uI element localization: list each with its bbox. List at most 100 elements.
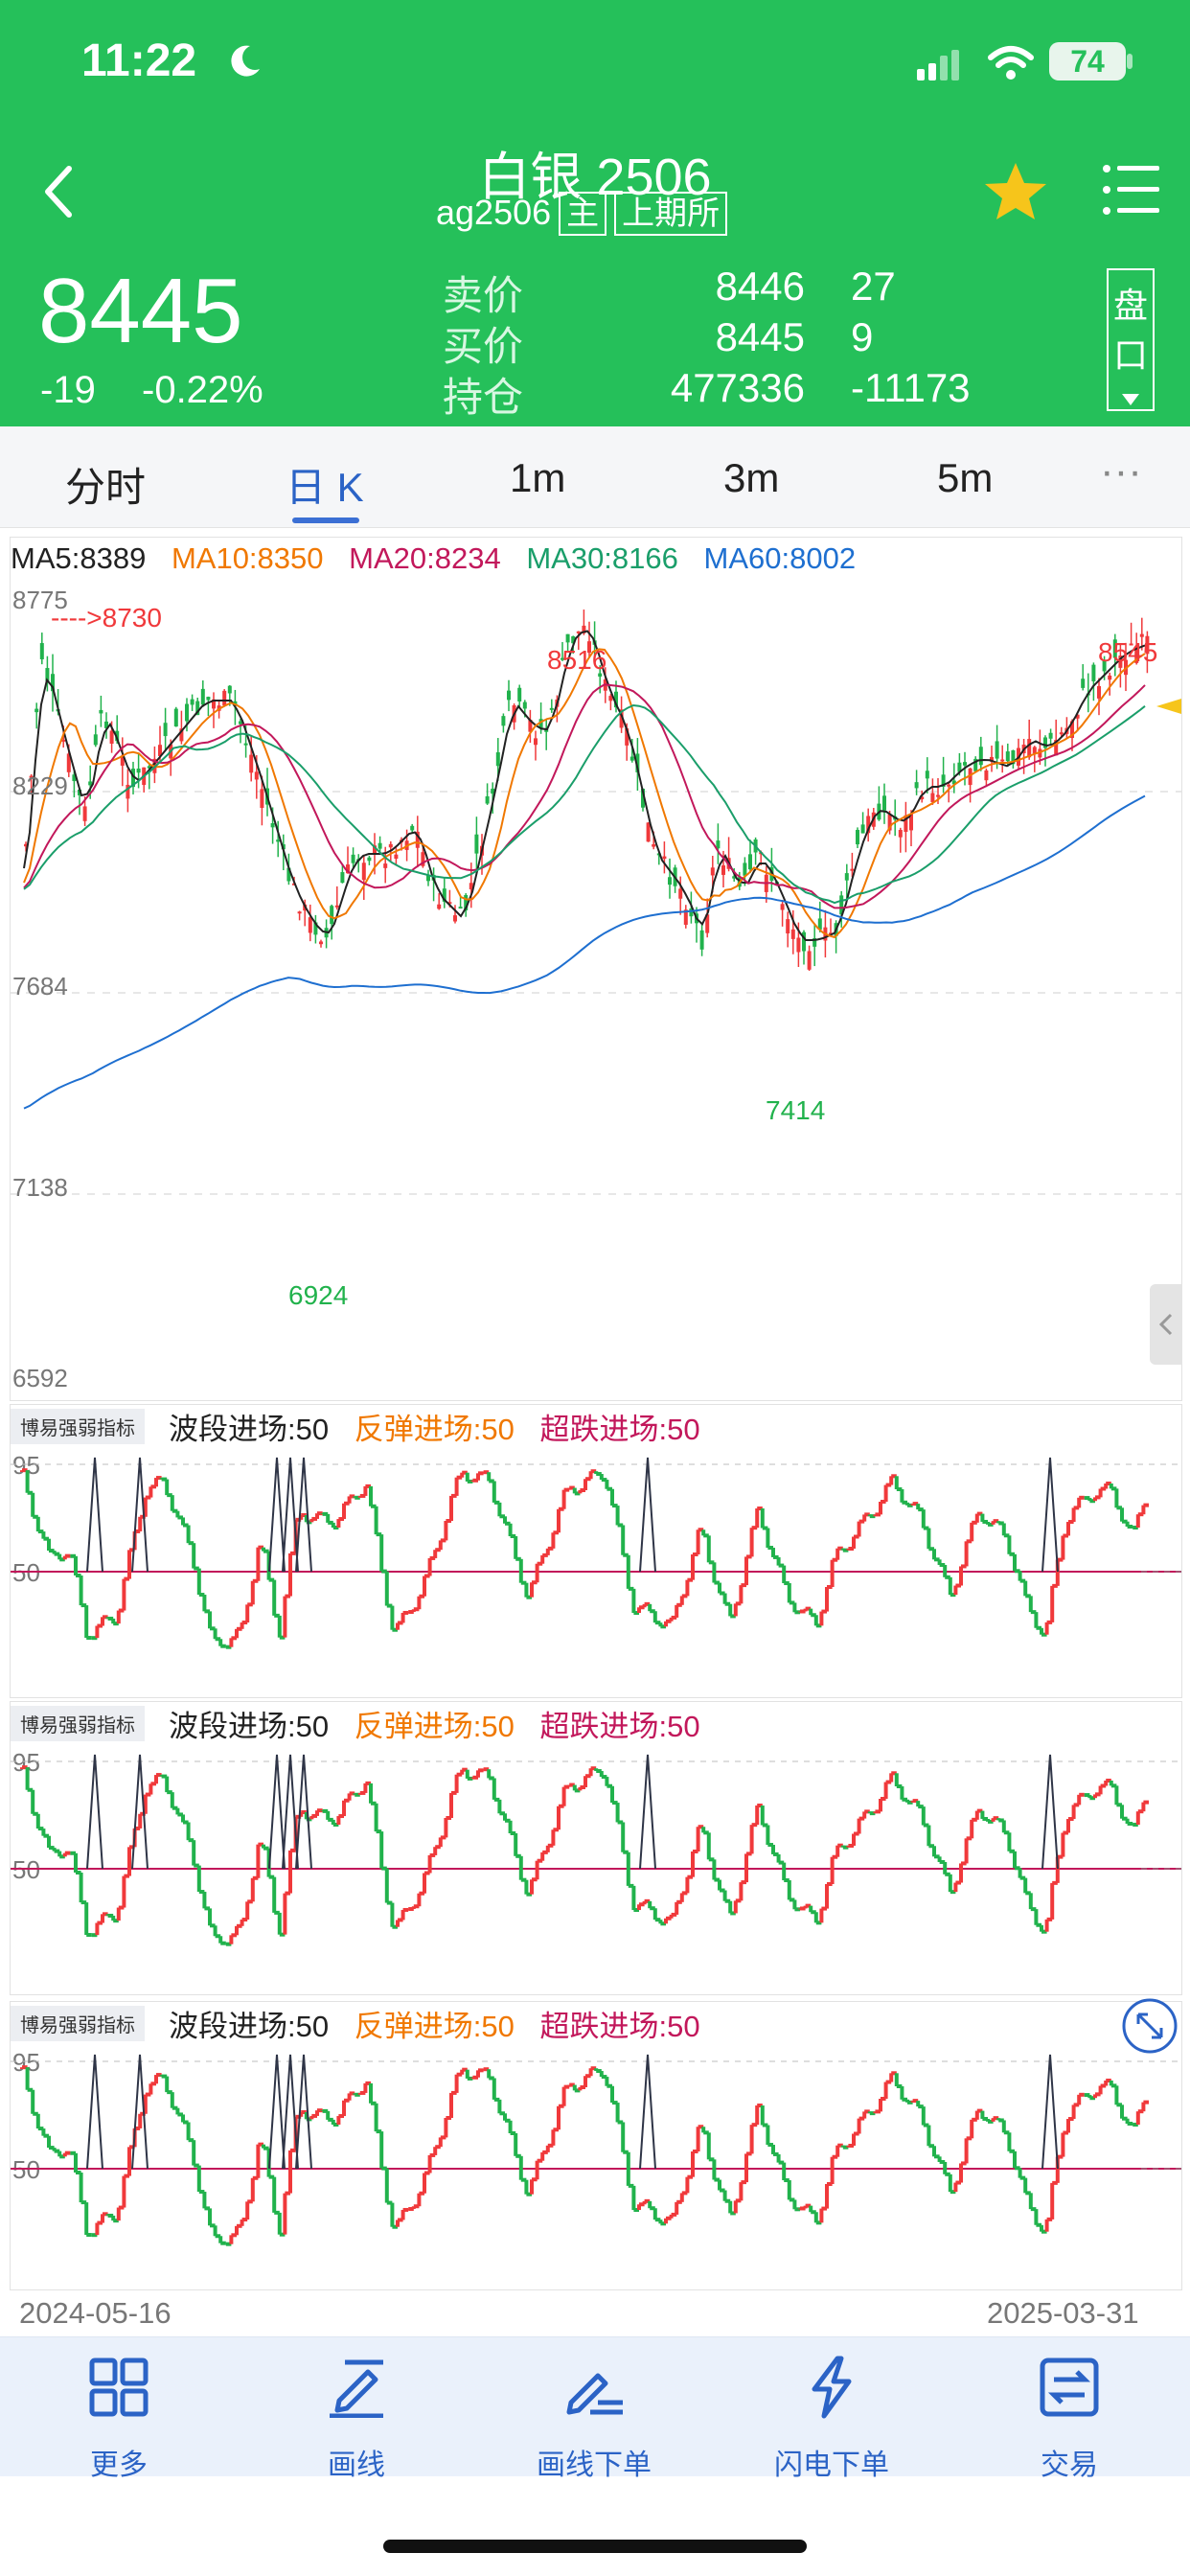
bid-label: 买价 [443, 324, 524, 369]
tab-5m[interactable]: 5m [937, 455, 993, 501]
candle-body [1005, 751, 1010, 762]
y-tick-7138: 7138 [12, 1173, 68, 1202]
order-book-button[interactable]: 盘 口 [1107, 268, 1155, 411]
ask-label: 卖价 [443, 273, 524, 318]
candle-body [534, 738, 538, 746]
candle-body [495, 752, 500, 767]
open-interest: 477336 [670, 365, 805, 410]
candle-body [185, 703, 189, 722]
ask-volume: 27 [851, 264, 896, 309]
nav-draw-line-label: 画线 [328, 2450, 385, 2481]
candle-body [437, 904, 442, 909]
y-tick-7684: 7684 [12, 972, 68, 1000]
entry-spike [268, 1754, 286, 1870]
candle-body [136, 768, 141, 773]
annotation-low-7414: 7414 [766, 1095, 826, 1125]
current-price-marker [1156, 699, 1181, 714]
tab-daily-k[interactable]: 日 K [286, 455, 364, 514]
candle-body [34, 708, 39, 713]
battery-indicator: 74 [1049, 42, 1126, 80]
entry-spike [1041, 1457, 1059, 1573]
candle-body [206, 697, 211, 701]
candle-body [388, 843, 393, 848]
ma10-line [23, 648, 1146, 939]
price-change-pct: -0.22% [142, 369, 263, 411]
candle-body [549, 707, 554, 710]
candle-body [367, 857, 372, 862]
ma60-line [23, 794, 1146, 1110]
candle-body [995, 741, 999, 759]
candle-body [308, 917, 312, 933]
candle-body [260, 789, 264, 809]
candle-body [1081, 678, 1086, 688]
candle-body [790, 929, 795, 939]
nav-draw-order[interactable]: 画线下单 [508, 2337, 680, 2481]
menu-icon[interactable] [1102, 163, 1161, 217]
entry-spike [639, 1457, 656, 1573]
entry-spike [1041, 2054, 1059, 2170]
candle-body [1108, 675, 1112, 680]
nav-draw-order-label: 画线下单 [537, 2450, 652, 2481]
candle-body [330, 906, 334, 925]
candle-body [668, 877, 672, 886]
caret-down-icon [1122, 394, 1139, 405]
candle-body [383, 863, 388, 868]
tab-1m[interactable]: 1m [510, 455, 565, 501]
candle-body [1048, 732, 1053, 739]
candle-body [629, 756, 634, 761]
tab-3m[interactable]: 3m [723, 455, 779, 501]
tab-timeshare[interactable]: 分时 [65, 455, 146, 514]
wifi-icon [988, 46, 1034, 80]
battery-tip [1127, 54, 1133, 69]
price-change: -19 [40, 369, 96, 411]
candle-body [99, 709, 103, 714]
bottom-toolbar: 更多 画线 画线下单 闪电下单 交易 [0, 2336, 1190, 2481]
active-tab-underline [292, 518, 359, 523]
order-book-label-2: 口 [1112, 335, 1148, 375]
candle-body [458, 907, 463, 909]
nav-trade[interactable]: 交易 [983, 2337, 1156, 2481]
indicator-panel[interactable]: 博易强弱指标 波段进场:50 反弹进场:50 超跌进场:50 95 50 [10, 1404, 1182, 1698]
expand-icon[interactable] [1121, 1997, 1179, 2055]
candle-body [249, 754, 254, 773]
indicator-panel[interactable]: 博易强弱指标 波段进场:50 反弹进场:50 超跌进场:50 95 50 [10, 1701, 1182, 1995]
candle-body [699, 930, 704, 950]
more-tabs-button[interactable]: ··· [1100, 448, 1142, 495]
candle-body [844, 873, 849, 881]
nav-flash-order[interactable]: 闪电下单 [745, 2337, 918, 2481]
nav-more[interactable]: 更多 [33, 2337, 205, 2481]
candle-body [485, 795, 490, 804]
pen-order-icon [566, 2373, 623, 2415]
status-time: 11:22 [81, 35, 197, 86]
nav-draw-line[interactable]: 画线 [270, 2337, 443, 2481]
candle-body [748, 854, 752, 870]
grid-icon [89, 2358, 149, 2417]
indicator-panel[interactable]: 博易强弱指标 波段进场:50 反弹进场:50 超跌进场:50 95 50 [10, 2001, 1182, 2290]
candle-body [850, 868, 855, 871]
bid-volume: 9 [851, 314, 874, 359]
candle-body [678, 888, 683, 899]
candle-body [1091, 664, 1096, 681]
start-date: 2024-05-16 [19, 2296, 172, 2330]
side-expand-tab[interactable] [1150, 1284, 1182, 1365]
candle-body [1097, 685, 1101, 699]
candle-body [453, 915, 457, 922]
entry-spike [268, 2054, 286, 2170]
candle-body [898, 829, 903, 838]
entry-spike [639, 2054, 656, 2170]
candle-body [978, 747, 983, 766]
cellular-signal-icon [917, 50, 959, 80]
lightning-icon [812, 2356, 852, 2419]
candle-body [276, 840, 281, 842]
candle-body [351, 854, 355, 863]
nav-more-label: 更多 [90, 2450, 148, 2481]
kline-chart[interactable]: MA5:8389 MA10:8350 MA20:8234 MA30:8166 M… [10, 537, 1182, 1401]
favorite-star-icon[interactable] [982, 159, 1049, 222]
exchange-tag: 上期所 [614, 192, 728, 236]
candle-body [507, 690, 511, 701]
candle-body [662, 856, 667, 860]
candle-body [710, 867, 715, 876]
chevron-left-icon [1158, 1313, 1173, 1336]
candle-body [914, 782, 919, 789]
candle-body [947, 784, 951, 787]
